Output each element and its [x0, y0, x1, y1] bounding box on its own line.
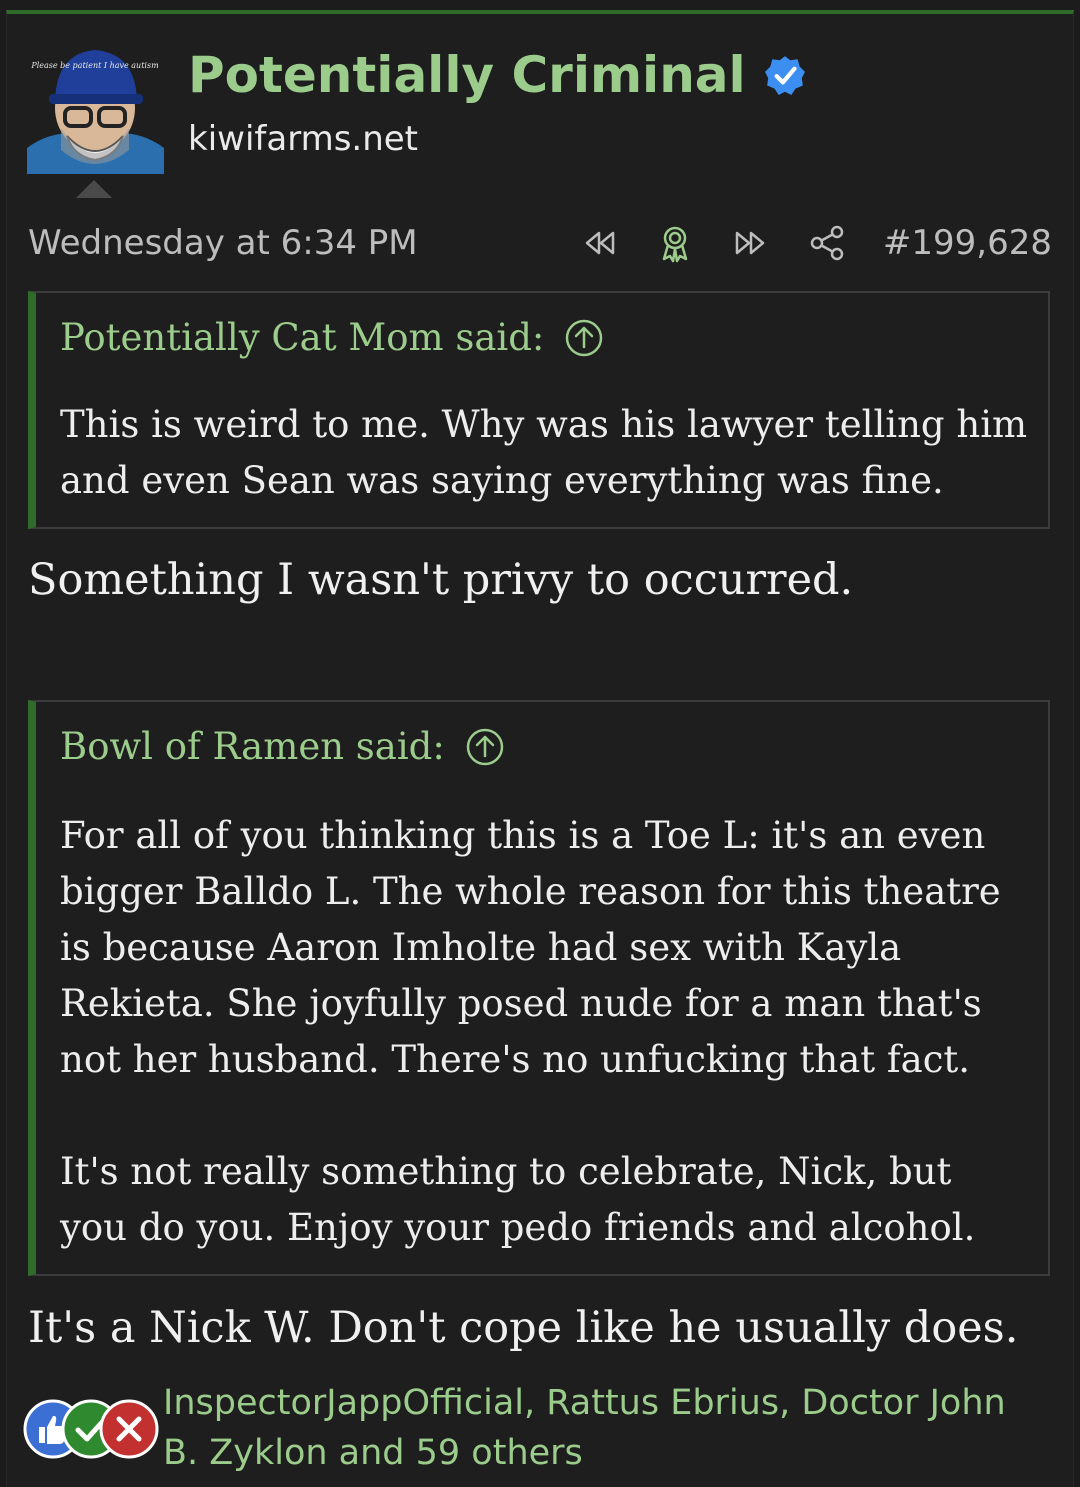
avatar-hat-text: Please be patient I have autism [30, 61, 159, 70]
reply-text: It's a Nick W. Don't cope like he usuall… [28, 1303, 1019, 1353]
user-avatar[interactable]: Please be patient I have autism [27, 38, 164, 174]
quote-block: Bowl of Ramen said: For all of you think… [28, 700, 1050, 1276]
quote-author[interactable]: Potentially Cat Mom said: [60, 313, 544, 363]
quote-paragraph: It's not really something to celebrate, … [60, 1150, 976, 1249]
post-number-link[interactable]: #199,628 [883, 220, 1052, 266]
post-timestamp[interactable]: Wednesday at 6:34 PM [28, 220, 418, 266]
previous-post-icon[interactable] [579, 223, 619, 263]
quote-header[interactable]: Bowl of Ramen said: [60, 722, 505, 772]
next-post-icon[interactable] [731, 223, 771, 263]
quote-header[interactable]: Potentially Cat Mom said: [60, 313, 604, 363]
quote-author[interactable]: Bowl of Ramen said: [60, 722, 445, 772]
post-toolbar: #199,628 [579, 218, 1052, 268]
jump-to-quote-icon[interactable] [564, 318, 604, 358]
username-label[interactable]: Potentially Criminal [188, 40, 746, 110]
award-ribbon-icon[interactable] [655, 223, 695, 263]
jump-to-quote-icon[interactable] [465, 727, 505, 767]
share-icon[interactable] [807, 223, 847, 263]
post-author[interactable]: Potentially Criminal [188, 40, 806, 110]
reply-text: Something I wasn't privy to occurred. [28, 555, 854, 605]
quote-block: Potentially Cat Mom said: This is weird … [28, 291, 1050, 529]
quote-paragraph: For all of you thinking this is a Toe L:… [60, 814, 1001, 1081]
quote-paragraph: This is weird to me. Why was his lawyer … [60, 403, 1028, 502]
reaction-icons[interactable] [22, 1398, 162, 1462]
avatar-pointer [76, 180, 112, 198]
user-site: kiwifarms.net [188, 119, 419, 159]
quote-text: For all of you thinking this is a Toe L:… [60, 808, 1028, 1256]
x-icon[interactable] [98, 1398, 160, 1460]
verified-badge-icon [764, 56, 805, 95]
reaction-users[interactable]: InspectorJappOfficial, Rattus Ebrius, Do… [163, 1378, 1043, 1478]
quote-text: This is weird to me. Why was his lawyer … [60, 397, 1028, 509]
